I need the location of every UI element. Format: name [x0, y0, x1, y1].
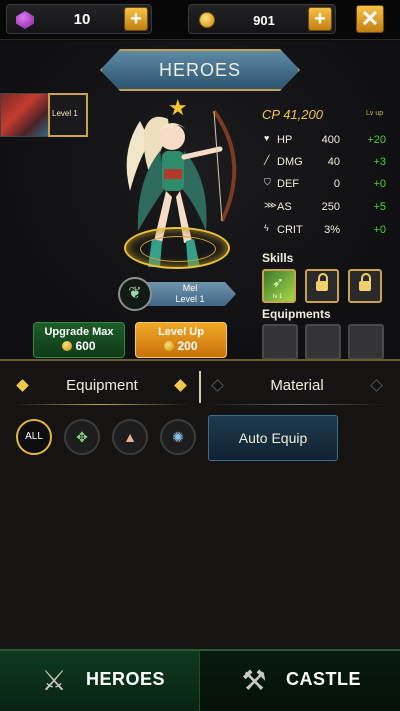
stat-value: 0 — [333, 178, 340, 190]
buy-gold-button[interactable]: + — [308, 7, 332, 31]
stat-name: CRIT — [277, 224, 303, 236]
magic-circle-pedestal — [124, 227, 230, 269]
tab-divider — [199, 371, 201, 403]
star-icon: ★ — [168, 95, 188, 120]
gem-amount: 10 — [73, 11, 91, 28]
top-bar: 10 + 901 + ✕ — [0, 0, 400, 40]
gold-amount: 901 — [253, 13, 275, 28]
stat-name: HP — [277, 134, 293, 146]
skill-level: lv 1 — [273, 294, 283, 300]
gem-icon — [16, 11, 34, 29]
hero-class-emblem-icon: ❦ — [118, 277, 152, 311]
blade-icon: ▲ — [123, 429, 137, 445]
hero-list-item[interactable]: Level 1 — [0, 93, 88, 137]
level-up-label: Level Up — [158, 326, 204, 338]
level-up-cost-value: 200 — [177, 339, 198, 353]
stat-bonus: +20 — [367, 134, 386, 146]
stat-row-def: ⛉ DEF 0 +0 — [262, 177, 392, 195]
orb-icon: ✺ — [172, 429, 184, 445]
upgrade-max-cost-value: 600 — [75, 339, 96, 353]
stat-name: DMG — [277, 156, 303, 168]
lock-icon — [316, 273, 328, 291]
skills-heading: Skills — [262, 251, 294, 265]
upgrade-max-label: Upgrade Max — [44, 326, 114, 338]
leaf-crest-icon: ✥ — [76, 429, 88, 445]
coin-icon — [62, 341, 73, 351]
stat-bonus: +0 — [373, 178, 386, 190]
nav-heroes-label: HEROES — [86, 669, 166, 689]
hero-name-plate: Mel Level 1 ❦ — [118, 277, 236, 311]
upgrade-max-cost: 600 — [34, 339, 124, 353]
equipment-slot-2[interactable] — [305, 324, 341, 360]
filter-weapon-button[interactable]: ▲ — [112, 419, 148, 455]
equipments-heading: Equipments — [262, 307, 331, 321]
skill-slot-2-locked[interactable] — [305, 269, 339, 303]
lightning-icon: ϟ — [264, 223, 269, 233]
buy-gems-button[interactable]: + — [124, 7, 148, 31]
hero-name-bar: Mel Level 1 — [144, 282, 236, 306]
skill-slot-1[interactable]: ➶ lv 1 — [262, 269, 296, 303]
skill-slot-3-locked[interactable] — [348, 269, 382, 303]
claw-icon: ⋙ — [264, 200, 277, 210]
stat-bonus: +0 — [373, 224, 386, 236]
heart-icon: ♥ — [264, 133, 270, 143]
tab-underline — [208, 404, 388, 405]
gem-counter: 10 + — [6, 4, 152, 34]
equipment-slot-3[interactable] — [348, 324, 384, 360]
sword-shield-icon: ⚔ — [41, 665, 67, 696]
stat-name: DEF — [277, 178, 299, 190]
tab-underline-active — [14, 404, 190, 405]
shield-icon: ⛉ — [264, 177, 271, 187]
filter-all-button[interactable]: ALL — [16, 419, 52, 455]
stat-row-hp: ♥ HP 400 +20 — [262, 133, 392, 151]
coin-icon — [199, 12, 215, 28]
close-button[interactable]: ✕ — [356, 5, 384, 33]
hero-thumb-frame: Level 1 — [48, 93, 88, 137]
stat-bonus: +3 — [373, 156, 386, 168]
hero-name: Mel — [182, 283, 198, 293]
stat-value: 40 — [327, 156, 340, 168]
arrow-skill-icon: ➶ — [272, 274, 284, 290]
hero-panel: HEROES Level 1 ★ Mel Level 1 ❦ Upgrade M… — [0, 41, 400, 360]
nav-castle-label: CASTLE — [286, 669, 361, 689]
stat-bonus: +5 — [373, 201, 386, 213]
upgrade-max-button[interactable]: Upgrade Max 600 — [33, 322, 125, 358]
filter-armor-button[interactable]: ✥ — [64, 419, 100, 455]
lv-up-header: Lv up — [366, 110, 384, 117]
stat-value: 250 — [321, 201, 340, 213]
hero-portrait-thumbnail — [0, 93, 50, 137]
level-up-cost: 200 — [136, 339, 226, 353]
stat-row-crit: ϟ CRIT 3% +0 — [262, 223, 392, 241]
stat-value: 400 — [321, 134, 340, 146]
stat-row-as: ⋙ AS 250 +5 — [262, 200, 392, 218]
equipment-slot-1[interactable] — [262, 324, 298, 360]
sword-icon: ╱ — [264, 155, 270, 165]
combat-power: CP 41,200 — [262, 107, 323, 122]
auto-equip-button[interactable]: Auto Equip — [208, 415, 338, 461]
level-up-button[interactable]: Level Up 200 — [135, 322, 227, 358]
stat-value: 3% — [324, 224, 340, 236]
lock-icon — [359, 273, 371, 291]
hero-thumb-level: Level 1 — [52, 109, 78, 118]
page-title: HEROES — [158, 60, 242, 80]
bottom-navigation: ⚔ HEROES ⚒ CASTLE — [0, 649, 400, 711]
gold-counter: 901 + — [188, 4, 336, 34]
coin-icon — [164, 341, 175, 351]
stat-name: AS — [277, 201, 292, 213]
hero-level: Level 1 — [175, 294, 205, 304]
nav-castle-tab[interactable]: ⚒ CASTLE — [200, 651, 400, 711]
tab-material[interactable]: Material — [208, 371, 386, 401]
hammer-icon: ⚒ — [241, 665, 267, 696]
nav-heroes-tab[interactable]: ⚔ HEROES — [0, 651, 200, 711]
stat-row-dmg: ╱ DMG 40 +3 — [262, 155, 392, 173]
inventory-panel: Equipment Material ALL ✥ ▲ ✺ Auto Equip — [0, 359, 400, 649]
tab-equipment[interactable]: Equipment — [14, 371, 190, 401]
page-title-banner: HEROES — [100, 49, 300, 91]
filter-accessory-button[interactable]: ✺ — [160, 419, 196, 455]
